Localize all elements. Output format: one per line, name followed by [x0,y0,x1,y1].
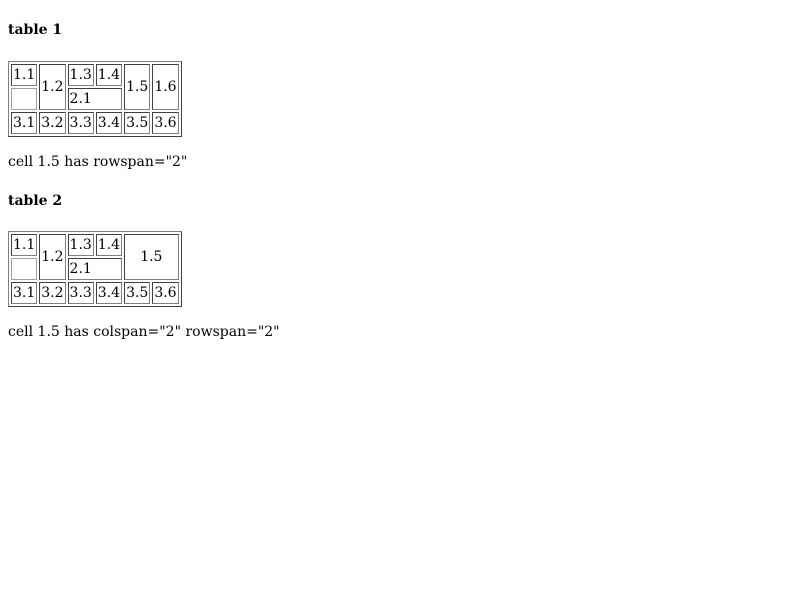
table-1-cell-3-6: 3.6 [152,112,179,134]
table-2-row-3: 3.1 3.2 3.3 3.4 3.5 3.6 [11,282,179,304]
table-2-cell-1-5: 1.5 [124,234,179,280]
table-2-cell-1-4: 1.4 [95,234,123,256]
table-2-empty-cell [11,258,38,280]
table-2-cell-3-3: 3.3 [67,282,94,304]
table-1: 1.1 1.2 1.3 1.4 1.5 1.6 2.1 3.1 3.2 3.3 … [8,61,182,137]
table-1-cell-3-3: 3.3 [67,112,94,134]
table-1-heading: table 1 [8,22,63,38]
table-2-cell-3-2: 3.2 [39,282,66,304]
table-2-cell-3-1: 3.1 [11,282,38,304]
table-1-caption: cell 1.5 has rowspan="2" [8,154,188,170]
table-1-cell-1-1: 1.1 [11,64,38,86]
table-1-cell-2-1: 2.1 [67,88,123,110]
table-2-cell-3-6: 3.6 [152,282,179,304]
table-1-empty-cell [11,88,38,110]
table-1-cell-1-3: 1.3 [67,64,94,86]
table-1-cell-1-5: 1.5 [124,64,151,110]
table-1-row-1: 1.1 1.2 1.3 1.4 1.5 1.6 [11,64,179,110]
table-1-cell-1-2: 1.2 [39,64,66,110]
table-2-cell-3-4: 3.4 [95,282,123,304]
table-2-cell-1-2: 1.2 [39,234,66,280]
table-1-cell-3-5: 3.5 [124,112,151,134]
table-2-cell-1-1: 1.1 [11,234,38,256]
table-1-cell-3-1: 3.1 [11,112,38,134]
table-2-row-1: 1.1 1.2 1.3 1.4 1.5 [11,234,179,280]
table-1-row-3: 3.1 3.2 3.3 3.4 3.5 3.6 [11,112,179,134]
table-1-cell-3-2: 3.2 [39,112,66,134]
table-1-cell-1-6: 1.6 [152,64,179,110]
table-2-heading: table 2 [8,193,63,209]
table-2-caption: cell 1.5 has colspan="2" rowspan="2" [8,324,280,340]
table-2-cell-2-1: 2.1 [67,258,123,280]
table-2-cell-1-3: 1.3 [67,234,94,256]
table-2-cell-3-5: 3.5 [124,282,151,304]
table-1-cell-3-4: 3.4 [95,112,123,134]
table-2: 1.1 1.2 1.3 1.4 1.5 2.1 3.1 3.2 3.3 3.4 … [8,231,182,307]
table-1-cell-1-4: 1.4 [95,64,123,86]
